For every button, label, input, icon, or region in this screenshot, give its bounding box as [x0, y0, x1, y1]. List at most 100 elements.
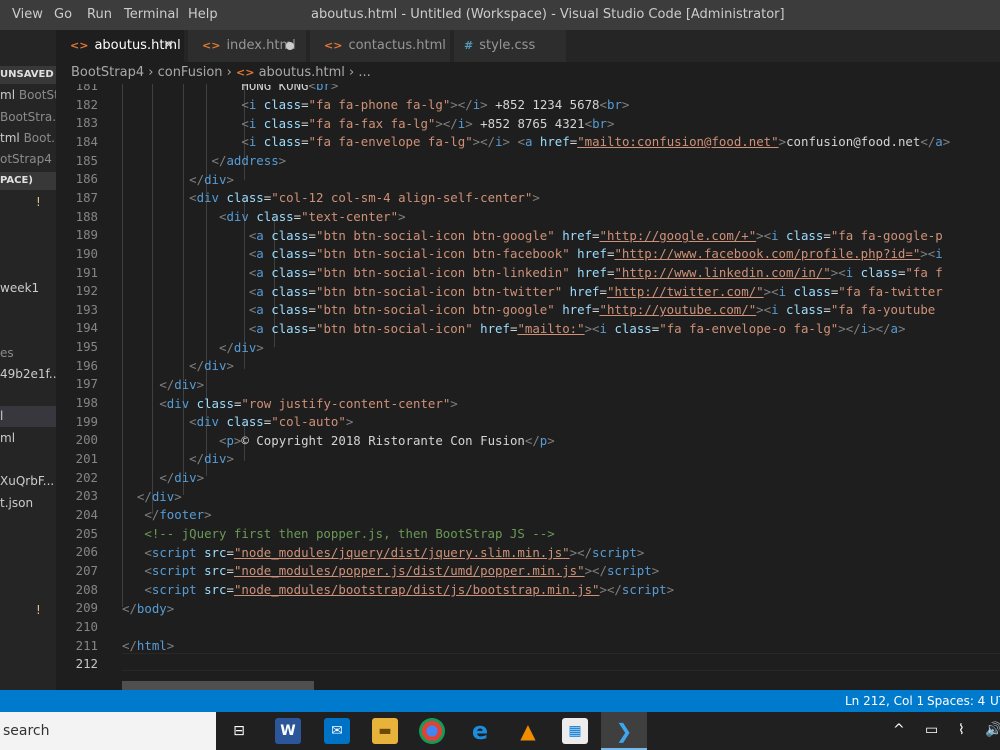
breadcrumb-item[interactable]: aboutus.html: [259, 65, 345, 80]
line-number: 211: [75, 637, 98, 653]
tab-contactus[interactable]: <> contactus.html: [310, 30, 450, 62]
html-icon: <>: [202, 39, 221, 52]
html-icon: <>: [324, 39, 343, 52]
mail-icon[interactable]: ✉: [324, 718, 350, 744]
code-editor[interactable]: 181 182 183 184 185 186 187 188 189 190 191 192 193 1…: [56, 84, 1000, 690]
code-line: <a class="btn btn-social-icon btn-google…: [248, 228, 943, 243]
chrome-icon[interactable]: [419, 718, 445, 744]
code-line: </footer>: [144, 507, 212, 522]
line-number: 197: [75, 376, 98, 392]
tab-aboutus[interactable]: <> aboutus.html ✕: [56, 30, 184, 62]
store-icon[interactable]: ▦: [562, 718, 588, 744]
breadcrumb-item[interactable]: conFusion: [158, 65, 223, 80]
file-item[interactable]: ml: [0, 431, 15, 445]
close-icon[interactable]: ✕: [163, 38, 174, 53]
folder-item[interactable]: week1: [0, 281, 39, 295]
code-line: </div>: [159, 377, 205, 392]
file-explorer-icon[interactable]: ▬: [372, 718, 398, 744]
chevron-right-icon: ›: [148, 65, 154, 80]
code-line: <script src="node_modules/popper.js/dist…: [144, 563, 660, 578]
volume-icon[interactable]: 🔊: [985, 722, 1000, 738]
workspace-header[interactable]: PACE): [0, 172, 56, 190]
modified-dot-icon[interactable]: [286, 42, 294, 50]
line-number: 208: [75, 581, 98, 597]
horizontal-scrollbar[interactable]: [122, 681, 314, 690]
wifi-icon[interactable]: ⌇: [958, 722, 965, 738]
menu-help[interactable]: Help: [188, 7, 218, 22]
breadcrumb-item[interactable]: BootStrap4: [71, 65, 144, 80]
task-view-icon[interactable]: ⊟: [226, 718, 252, 744]
code-line: </html>: [122, 638, 175, 653]
taskbar-search-box[interactable]: search: [0, 712, 216, 750]
line-number: 181: [75, 84, 98, 93]
tab-style[interactable]: # style.css: [454, 30, 566, 62]
word-icon[interactable]: W: [275, 718, 301, 744]
windows-taskbar: search ⊟ W ✉ ▬ e ▲ ▦ ❯ ^ ▭ ⌇ 🔊: [0, 712, 1000, 750]
css-icon: #: [464, 39, 474, 52]
line-number: 185: [75, 152, 98, 168]
line-number: 192: [75, 283, 98, 299]
chevron-right-icon: ›: [349, 65, 355, 80]
breadcrumb: BootStrap4 › conFusion › <> aboutus.html…: [56, 62, 1000, 84]
open-editor-item[interactable]: otStrap4 ...: [0, 152, 56, 166]
file-item[interactable]: 49b2e1f...: [0, 367, 56, 381]
open-editor-item[interactable]: tml Boot...: [0, 131, 56, 145]
line-number: 209: [75, 600, 98, 616]
tab-index[interactable]: <> index.html: [188, 30, 306, 62]
line-number: 207: [75, 562, 98, 578]
line-number: 198: [75, 395, 98, 411]
edge-icon[interactable]: e: [467, 717, 493, 745]
code-line: </div>: [189, 172, 234, 187]
code-line: <div class="row justify-content-center">: [159, 396, 458, 411]
code-line: <div class="col-12 col-sm-4 align-self-c…: [189, 190, 540, 205]
line-number: 189: [75, 227, 98, 243]
menu-view[interactable]: View: [12, 7, 43, 22]
vlc-icon[interactable]: ▲: [515, 718, 541, 744]
line-number: 194: [75, 320, 98, 336]
file-item[interactable]: XuQrbF...: [0, 474, 54, 488]
vscode-taskbar-item[interactable]: ❯: [601, 712, 647, 750]
code-line: <a class="btn btn-social-icon btn-facebo…: [248, 246, 943, 261]
code-line: </div>: [218, 340, 264, 355]
code-line: <div class="text-center">: [218, 209, 406, 224]
indentation-setting[interactable]: Spaces: 4: [927, 694, 985, 708]
line-number: 210: [75, 618, 98, 634]
line-number: 184: [75, 133, 98, 149]
code-line: <a class="btn btn-social-icon btn-linked…: [248, 265, 943, 280]
file-item[interactable]: l: [0, 409, 3, 423]
line-number: 203: [75, 488, 98, 504]
code-line: <a class="btn btn-social-icon" href="mai…: [248, 321, 906, 336]
code-line: <script src="node_modules/bootstrap/dist…: [144, 582, 675, 597]
folder-item[interactable]: es: [0, 346, 14, 360]
line-number: 188: [75, 208, 98, 224]
code-line: </address>: [211, 153, 287, 168]
open-editor-item[interactable]: BootStra...: [0, 110, 56, 124]
menu-terminal[interactable]: Terminal: [124, 7, 179, 22]
code-line: <!-- jQuery first then popper.js, then B…: [144, 526, 555, 541]
code-line: HONG KONG<br>: [241, 84, 339, 93]
menu-go[interactable]: Go: [54, 7, 72, 22]
line-number: 182: [75, 96, 98, 112]
line-number: 191: [75, 264, 98, 280]
code-line: <div class="col-auto">: [189, 414, 354, 429]
encoding-setting[interactable]: UT: [990, 694, 1000, 708]
warning-icon: !: [36, 195, 41, 209]
code-line: </div>: [159, 470, 205, 485]
unsaved-header: UNSAVED: [0, 66, 56, 84]
file-item[interactable]: t.json: [0, 496, 33, 510]
line-number: 206: [75, 544, 98, 560]
breadcrumb-item[interactable]: ...: [358, 65, 370, 80]
show-hidden-icons-icon[interactable]: ^: [893, 722, 905, 738]
open-editor-item[interactable]: ml BootSt...: [0, 88, 56, 102]
code-line: </body>: [122, 601, 175, 616]
line-number: 201: [75, 451, 98, 466]
line-number: 183: [75, 115, 98, 131]
current-line-highlight: [122, 653, 1000, 671]
code-line: <i class="fa fa-envelope fa-lg"></i> <a …: [241, 134, 951, 149]
code-line: <a class="btn btn-social-icon btn-twitte…: [248, 284, 943, 299]
selected-row-highlight: [0, 406, 56, 427]
menu-run[interactable]: Run: [87, 7, 112, 22]
cursor-position[interactable]: Ln 212, Col 1: [845, 694, 924, 708]
code-line: <p>© Copyright 2018 Ristorante Con Fusio…: [218, 433, 555, 448]
battery-icon[interactable]: ▭: [925, 722, 938, 738]
